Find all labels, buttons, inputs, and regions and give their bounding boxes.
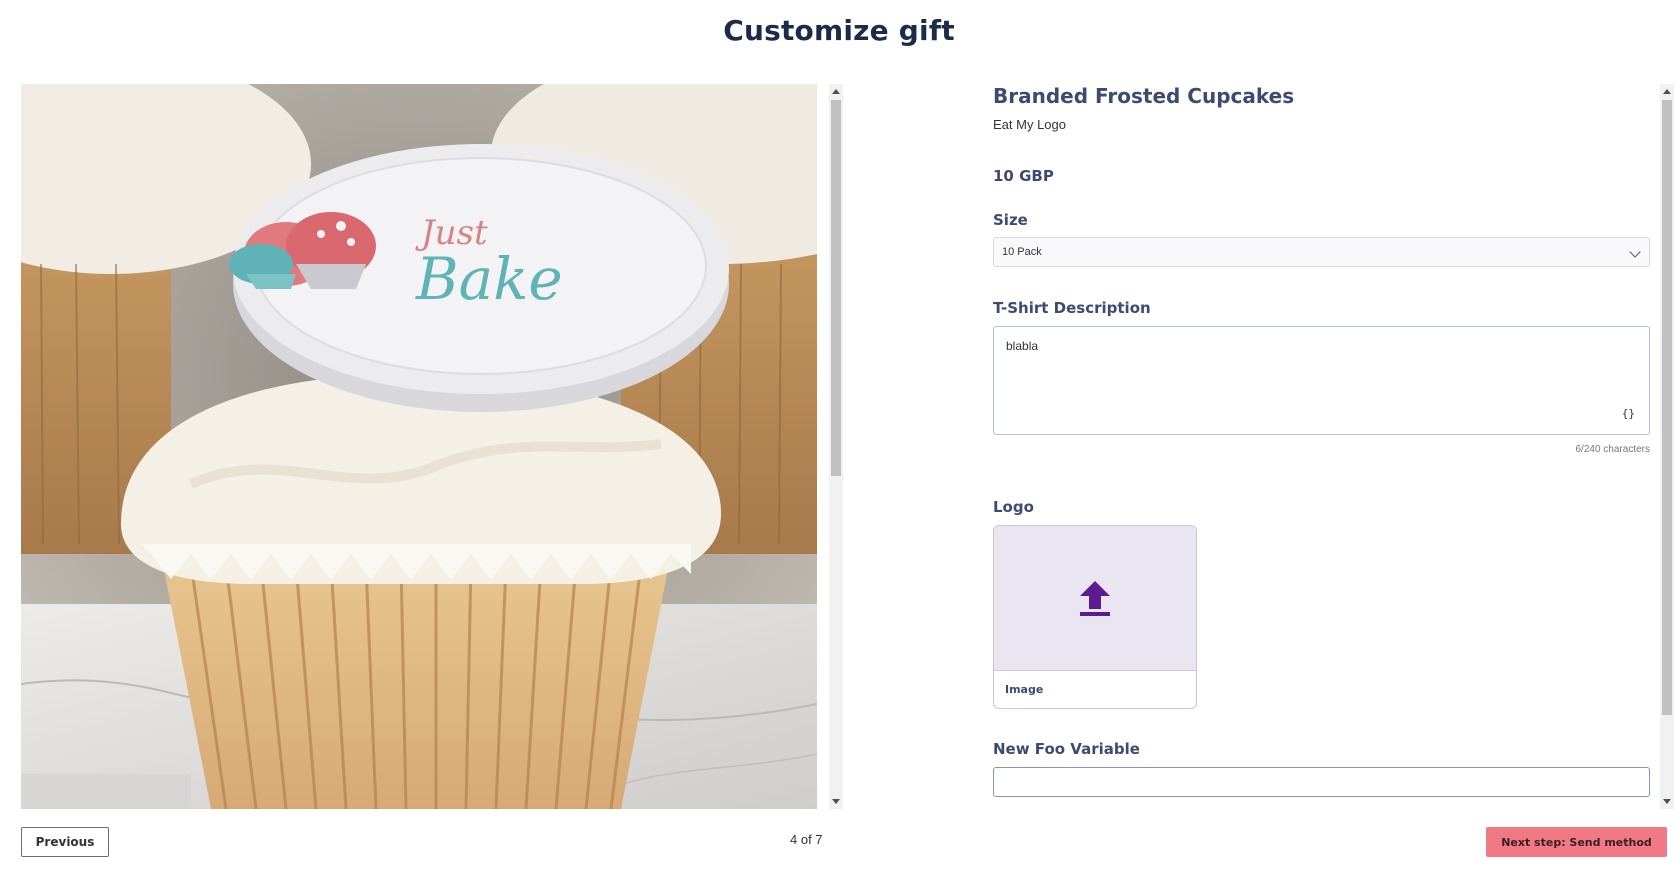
next-step-button[interactable]: Next step: Send method: [1486, 827, 1667, 857]
scroll-up-arrow-icon[interactable]: [1663, 89, 1671, 94]
logo-dropzone[interactable]: [994, 526, 1196, 671]
description-value: blabla: [1006, 339, 1039, 353]
scroll-down-arrow-icon[interactable]: [1663, 799, 1671, 804]
variable-braces-icon[interactable]: {}: [1622, 407, 1635, 420]
image-scrollbar[interactable]: [829, 84, 843, 809]
page-title: Customize gift: [723, 14, 955, 47]
size-select-value: 10 Pack: [1002, 246, 1042, 258]
chevron-down-icon: [1629, 246, 1641, 258]
previous-button[interactable]: Previous: [21, 827, 109, 857]
foo-variable-input[interactable]: [993, 767, 1650, 797]
scroll-down-arrow-icon[interactable]: [832, 799, 840, 804]
product-name: Branded Frosted Cupcakes: [993, 84, 1295, 108]
foo-variable-label: New Foo Variable: [993, 740, 1140, 758]
logo-label: Logo: [993, 498, 1034, 516]
product-price: 10 GBP: [993, 167, 1054, 185]
pagination-indicator: 4 of 7: [790, 832, 823, 847]
size-label: Size: [993, 211, 1028, 229]
description-label: T-Shirt Description: [993, 299, 1151, 317]
customization-form: Branded Frosted Cupcakes Eat My Logo 10 …: [993, 84, 1657, 809]
vendor-name: Eat My Logo: [993, 117, 1066, 132]
scrollbar-thumb[interactable]: [1662, 100, 1672, 715]
logo-upload-card[interactable]: Image: [993, 525, 1197, 709]
upload-caption: Image: [1005, 683, 1044, 696]
form-scrollbar[interactable]: [1660, 84, 1674, 809]
product-image: Just Bake: [21, 84, 817, 809]
scrollbar-thumb[interactable]: [831, 100, 841, 476]
upload-icon: [1080, 581, 1110, 616]
description-textarea[interactable]: blabla {}: [993, 326, 1650, 435]
scroll-up-arrow-icon[interactable]: [832, 89, 840, 94]
character-counter: 6/240 characters: [1575, 444, 1651, 455]
size-select[interactable]: 10 Pack: [993, 237, 1650, 267]
svg-text:Bake: Bake: [415, 245, 563, 313]
